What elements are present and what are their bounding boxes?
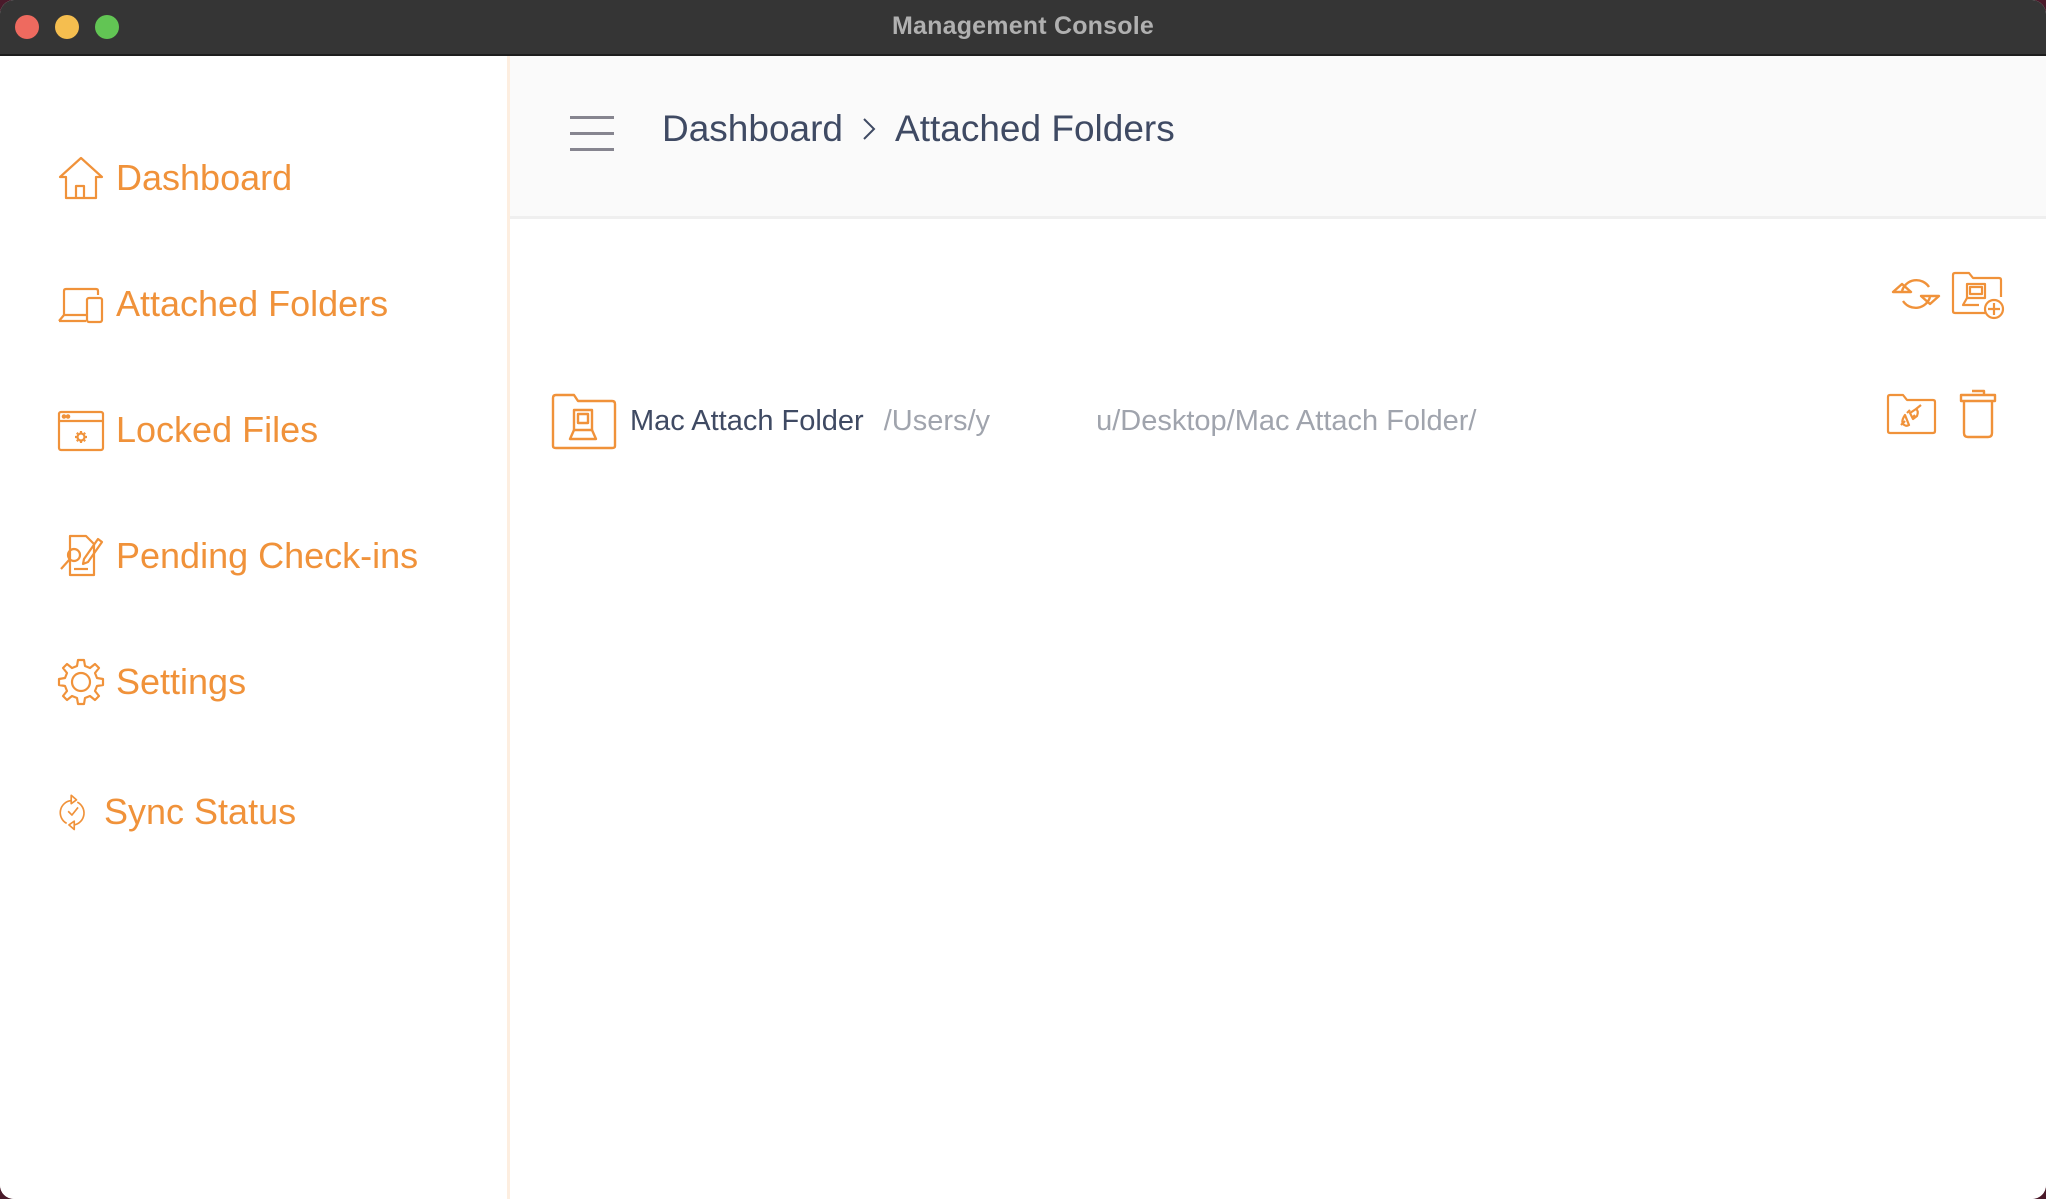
- sidebar-item-attached-folders[interactable]: Attached Folders: [56, 274, 388, 334]
- hamburger-icon[interactable]: [570, 116, 614, 154]
- sidebar-item-label: Settings: [116, 661, 247, 702]
- main-content: Dashboard Attached Folders Mac Attach Fo…: [510, 56, 2046, 1199]
- header-bar: Dashboard Attached Folders: [510, 56, 2046, 219]
- folder-name: Mac Attach Folder: [630, 404, 864, 437]
- sidebar-item-sync-status[interactable]: Sync Status: [56, 782, 296, 842]
- trash-icon: [1959, 389, 1997, 439]
- folder-path-start: /Users/y: [883, 404, 991, 437]
- delete-folder-button[interactable]: [1950, 386, 2006, 442]
- sidebar-item-dashboard[interactable]: Dashboard: [56, 148, 292, 208]
- sidebar-item-label: Pending Check-ins: [116, 535, 419, 576]
- refresh-icon: [1891, 278, 1941, 310]
- document-search-edit-icon: [60, 534, 104, 577]
- sidebar-item-label: Dashboard: [116, 157, 293, 198]
- title-bar: Management Console: [0, 0, 2046, 56]
- breadcrumb-attached-folders: Attached Folders: [895, 108, 1175, 149]
- sidebar: Dashboard Attached Folders Locked Files: [0, 56, 510, 1199]
- breadcrumb: Dashboard Attached Folders: [662, 108, 1175, 150]
- folder-row-actions: [1884, 386, 2006, 442]
- folder-plug-icon: [1886, 393, 1937, 435]
- sync-check-icon: [59, 794, 85, 831]
- add-folder-button[interactable]: [1950, 266, 2006, 322]
- folder-laptop-icon: [551, 393, 617, 450]
- refresh-button[interactable]: [1888, 266, 1944, 322]
- detach-folder-button[interactable]: [1884, 386, 1940, 442]
- chevron-right-icon: [859, 114, 879, 144]
- house-icon: [58, 156, 104, 200]
- laptop-tablet-icon: [58, 287, 104, 324]
- folder-list-item[interactable]: Mac Attach Folder /Users/y u/Desktop/Mac …: [550, 386, 2006, 456]
- sidebar-item-locked-files[interactable]: Locked Files: [56, 400, 318, 460]
- breadcrumb-dashboard[interactable]: Dashboard: [662, 108, 843, 150]
- sidebar-item-label: Sync Status: [104, 791, 297, 832]
- browser-gear-icon: [57, 410, 105, 452]
- app-window: Management Console Dashboard Attached Fo…: [0, 0, 2046, 1199]
- sidebar-item-label: Locked Files: [116, 409, 319, 450]
- folder-add-icon: [1951, 271, 2005, 320]
- gear-icon: [57, 658, 105, 706]
- folder-path-end: u/Desktop/Mac Attach Folder/: [1096, 404, 1477, 437]
- folder-path: /Users/y u/Desktop/Mac Attach Folder/: [884, 405, 1477, 438]
- sidebar-item-pending-check-ins[interactable]: Pending Check-ins: [56, 526, 418, 586]
- folder-toolbar: [1888, 266, 2006, 322]
- window-title: Management Console: [892, 12, 1154, 40]
- sidebar-item-label: Attached Folders: [116, 283, 389, 324]
- sidebar-item-settings[interactable]: Settings: [56, 652, 246, 712]
